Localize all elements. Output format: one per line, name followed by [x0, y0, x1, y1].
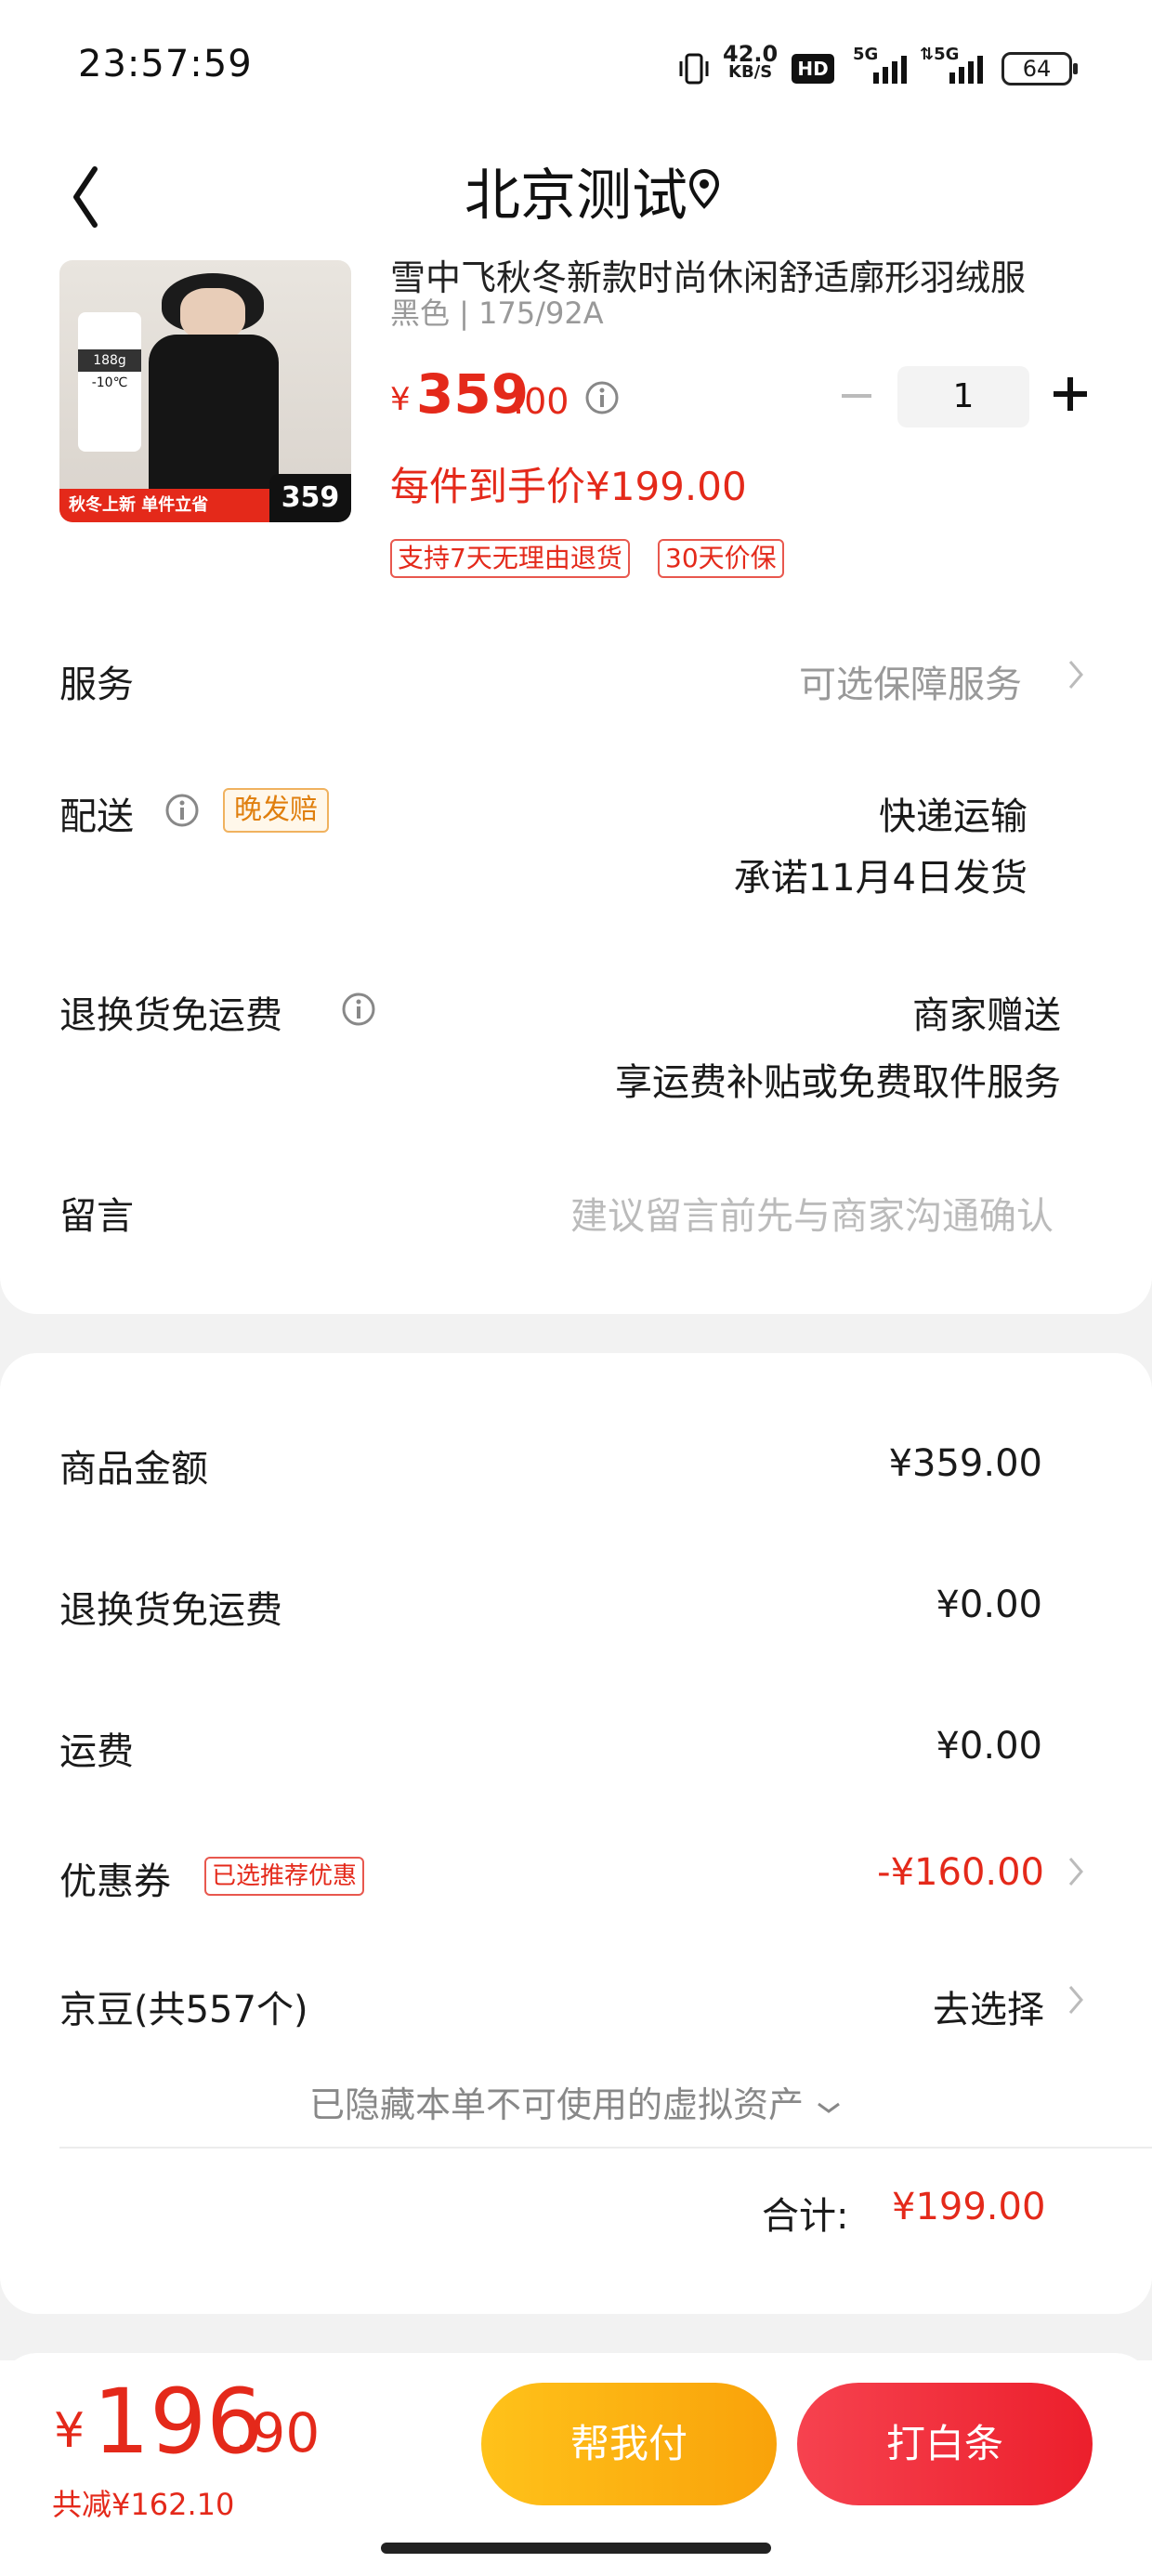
total-value: ¥199.00 [892, 2186, 1046, 2228]
product-model-face [180, 288, 245, 340]
product-feature-panel: 188g -10℃ [78, 312, 141, 452]
return-fee-label: 退换货免运费 [59, 1589, 282, 1632]
battery-icon: 64 [1001, 52, 1078, 85]
total-label: 合计: [762, 2195, 849, 2238]
coupon-value[interactable]: -¥160.00 [877, 1851, 1044, 1894]
quantity-value[interactable]: 1 [897, 366, 1029, 427]
product-image-banner: 秋冬上新 单件立省 [59, 489, 282, 522]
summary-card: 商品金额 ¥359.00 退换货免运费 ¥0.00 运费 ¥0.00 优惠券 已… [0, 1353, 1152, 2314]
chevron-right-icon[interactable] [1067, 1853, 1087, 1890]
info-icon[interactable] [340, 991, 377, 1028]
hidden-assets-toggle[interactable]: 已隐藏本单不可使用的虚拟资产 [0, 2076, 1152, 2127]
baitiao-pay-button[interactable]: 打白条 [797, 2383, 1093, 2505]
shipping-value: ¥0.00 [936, 1725, 1042, 1768]
product-image[interactable]: 188g -10℃ 秋冬上新 单件立省 359 [59, 260, 351, 522]
signal-icon-2: ⇅5G [920, 46, 983, 84]
chevron-right-icon[interactable] [1067, 1981, 1087, 2018]
help-pay-button[interactable]: 帮我付 [481, 2383, 777, 2505]
chevron-right-icon[interactable] [1067, 656, 1087, 693]
signal-icon-1: 5G [853, 46, 907, 84]
pay-symbol: ¥ [54, 2403, 85, 2459]
late-delivery-compensation-tag: 晚发赔 [223, 788, 329, 833]
order-card: 188g -10℃ 秋冬上新 单件立省 359 雪中飞秋冬新款时尚休闲舒适廓形羽… [0, 257, 1152, 1314]
jingdou-select[interactable]: 去选择 [933, 1979, 1044, 2033]
return-fee-value: ¥0.00 [936, 1584, 1042, 1626]
info-icon[interactable] [164, 792, 201, 829]
page-title: 北京测试 [465, 164, 687, 229]
jingdou-label: 京豆(共557个) [59, 1989, 308, 2031]
price-protect-tag: 30天价保 [658, 539, 784, 578]
vibrate-icon [679, 53, 709, 85]
return-freight-value: 商家赠送 [912, 994, 1061, 1037]
home-indicator[interactable] [381, 2543, 771, 2554]
price-decimal: .00 [513, 381, 569, 422]
product-image-price: 359 [269, 474, 351, 522]
goods-amount-value: ¥359.00 [888, 1442, 1042, 1485]
chevron-down-icon [818, 2102, 840, 2113]
quantity-increase-button[interactable] [1048, 372, 1093, 416]
promo-price: 每件到手价¥199.00 [390, 464, 747, 509]
message-input[interactable]: 建议留言前先与商家沟通确认 [570, 1186, 1054, 1240]
header: 北京测试 [0, 130, 1152, 260]
return-policy-tag: 支持7天无理由退货 [390, 539, 630, 578]
net-speed: 42.0 KB/S [723, 41, 779, 82]
quantity-decrease-button[interactable] [836, 375, 877, 416]
bottom-bar: ¥ 196 .90 共减¥162.10 帮我付 打白条 [0, 2360, 1152, 2576]
price-symbol: ¥ [390, 381, 411, 418]
info-icon[interactable] [583, 379, 621, 416]
product-spec[interactable]: 黑色 | 175/92A [390, 290, 604, 333]
shipping-label: 运费 [59, 1730, 134, 1773]
location-pin-icon[interactable] [686, 167, 723, 212]
pay-decimal: .90 [234, 2401, 321, 2464]
pay-saving[interactable]: 共减¥162.10 [52, 2481, 234, 2524]
delivery-promise: 承诺11月4日发货 [733, 857, 1028, 900]
delivery-method[interactable]: 快递运输 [879, 786, 1028, 840]
message-label: 留言 [59, 1195, 134, 1238]
service-label: 服务 [59, 664, 134, 706]
divider [59, 2147, 1152, 2149]
hd-icon: HD [792, 54, 834, 84]
status-time: 23:57:59 [78, 43, 253, 85]
return-freight-detail: 享运费补贴或免费取件服务 [615, 1061, 1061, 1104]
coupon-recommended-tag: 已选推荐优惠 [204, 1857, 365, 1896]
status-bar: 23:57:59 42.0 KB/S HD 5G ⇅5G 64 [0, 0, 1152, 130]
return-freight-label: 退换货免运费 [59, 994, 282, 1037]
coupon-label: 优惠券 [59, 1860, 171, 1903]
service-value[interactable]: 可选保障服务 [799, 654, 1022, 708]
goods-amount-label: 商品金额 [59, 1448, 208, 1491]
delivery-label: 配送 [59, 795, 134, 838]
price-main: 359 [416, 362, 530, 426]
